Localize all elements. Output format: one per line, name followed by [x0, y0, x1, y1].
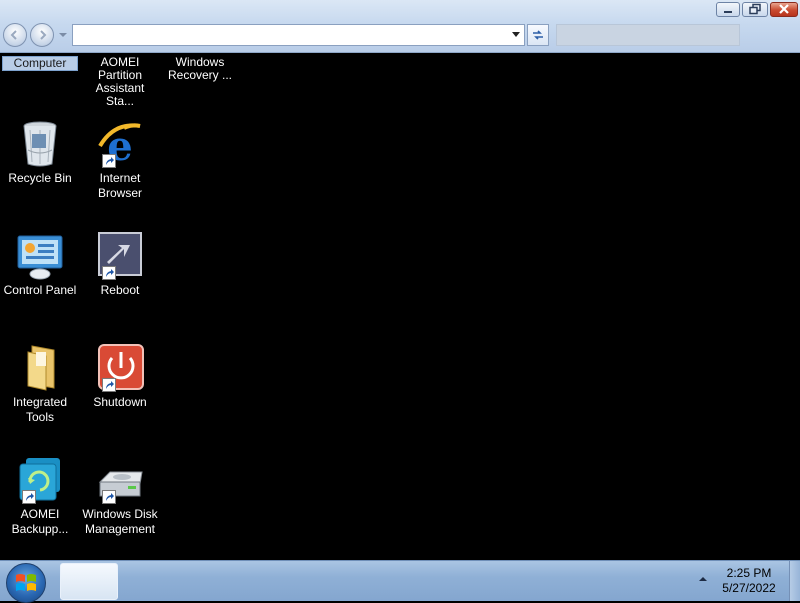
- desktop-icon-computer[interactable]: Computer: [0, 56, 80, 71]
- refresh-icon: [533, 30, 543, 40]
- desktop-icon-internet-browser[interactable]: e Internet Browser: [80, 120, 160, 200]
- desktop-icon-recycle-bin[interactable]: Recycle Bin: [0, 120, 80, 187]
- minimize-button[interactable]: [716, 2, 740, 17]
- back-button[interactable]: [3, 23, 27, 47]
- minimize-icon: [724, 11, 732, 13]
- desktop-icon-aomei-partition[interactable]: AOMEI Partition Assistant Sta...: [80, 56, 160, 108]
- folder-icon: [27, 345, 55, 391]
- show-hidden-icons-icon[interactable]: [698, 575, 708, 583]
- desktop-icon-windows-recovery[interactable]: Windows Recovery ...: [160, 56, 240, 82]
- restore-icon: [749, 3, 761, 15]
- icon-label: Shutdown: [93, 395, 147, 409]
- shortcut-arrow-icon: [102, 378, 116, 392]
- forward-arrow-icon: [40, 30, 47, 40]
- desktop-icon-shutdown[interactable]: Shutdown: [80, 344, 160, 411]
- clock-time: 2:25 PM: [726, 566, 772, 580]
- back-arrow-icon: [10, 30, 17, 40]
- close-icon: [779, 4, 789, 14]
- icon-label: Control Panel: [3, 283, 77, 297]
- forward-button[interactable]: [30, 23, 54, 47]
- desktop-icon-control-panel[interactable]: Control Panel: [0, 232, 80, 299]
- icon-label: Internet: [99, 171, 141, 185]
- taskbar: 2:25 PM 5/27/2022: [0, 560, 800, 603]
- recycle-bin-icon: [23, 121, 57, 167]
- icon-label: AOMEI Partition: [97, 55, 143, 82]
- desktop-icon-reboot[interactable]: Reboot: [80, 232, 160, 299]
- icon-label: Recovery ...: [167, 68, 233, 82]
- show-desktop-button[interactable]: [789, 561, 800, 601]
- refresh-button[interactable]: [527, 24, 549, 46]
- icon-label: Windows Disk: [82, 507, 158, 521]
- explorer-toolbar: [0, 0, 800, 53]
- shortcut-arrow-icon: [22, 490, 36, 504]
- icon-label: Integrated: [12, 395, 68, 409]
- restore-button[interactable]: [742, 2, 768, 17]
- icon-label: AOMEI: [20, 507, 60, 521]
- icon-label: Reboot: [100, 283, 140, 297]
- icon-label: Assistant Sta...: [95, 81, 145, 108]
- icon-label: Recycle Bin: [8, 171, 72, 185]
- address-dropdown[interactable]: [508, 25, 524, 45]
- desktop-icon-integrated-tools[interactable]: Integrated Tools: [0, 344, 80, 424]
- icon-label: Browser: [97, 186, 142, 200]
- recent-pages-icon[interactable]: [58, 31, 68, 39]
- address-bar[interactable]: [72, 24, 525, 46]
- icon-label: Backupp...: [11, 522, 69, 536]
- clock-date: 5/27/2022: [722, 581, 776, 595]
- desktop-icon-aomei-backupper[interactable]: AOMEI Backupp...: [0, 456, 80, 536]
- icon-label: Computer: [2, 56, 78, 71]
- windows-logo-icon: [16, 574, 36, 591]
- shortcut-arrow-icon: [102, 490, 116, 504]
- icon-label: Tools: [25, 410, 54, 424]
- shortcut-arrow-icon: [102, 266, 116, 280]
- shortcut-arrow-icon: [102, 154, 116, 168]
- search-box[interactable]: [556, 24, 740, 46]
- desktop-icon-disk-management[interactable]: Windows Disk Management: [80, 456, 160, 536]
- close-button[interactable]: [770, 2, 798, 17]
- system-clock[interactable]: 2:25 PM 5/27/2022: [712, 566, 786, 596]
- taskbar-window-button[interactable]: [60, 563, 118, 600]
- icon-label: Management: [84, 522, 156, 536]
- start-button[interactable]: [6, 563, 46, 603]
- control-panel-icon: [17, 235, 63, 280]
- chevron-down-icon: [512, 32, 520, 37]
